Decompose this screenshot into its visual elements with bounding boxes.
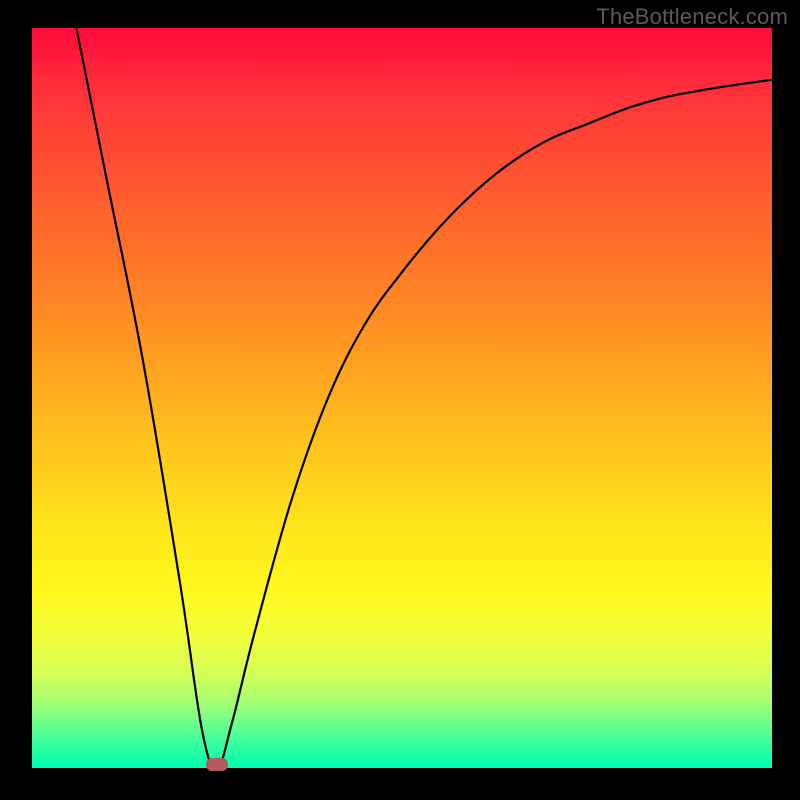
watermark-text: TheBottleneck.com [596, 4, 788, 30]
chart-stage: TheBottleneck.com [0, 0, 800, 800]
curve-path [76, 28, 772, 768]
bottleneck-marker [206, 758, 228, 771]
curve-svg [32, 28, 772, 768]
plot-area [32, 28, 772, 768]
